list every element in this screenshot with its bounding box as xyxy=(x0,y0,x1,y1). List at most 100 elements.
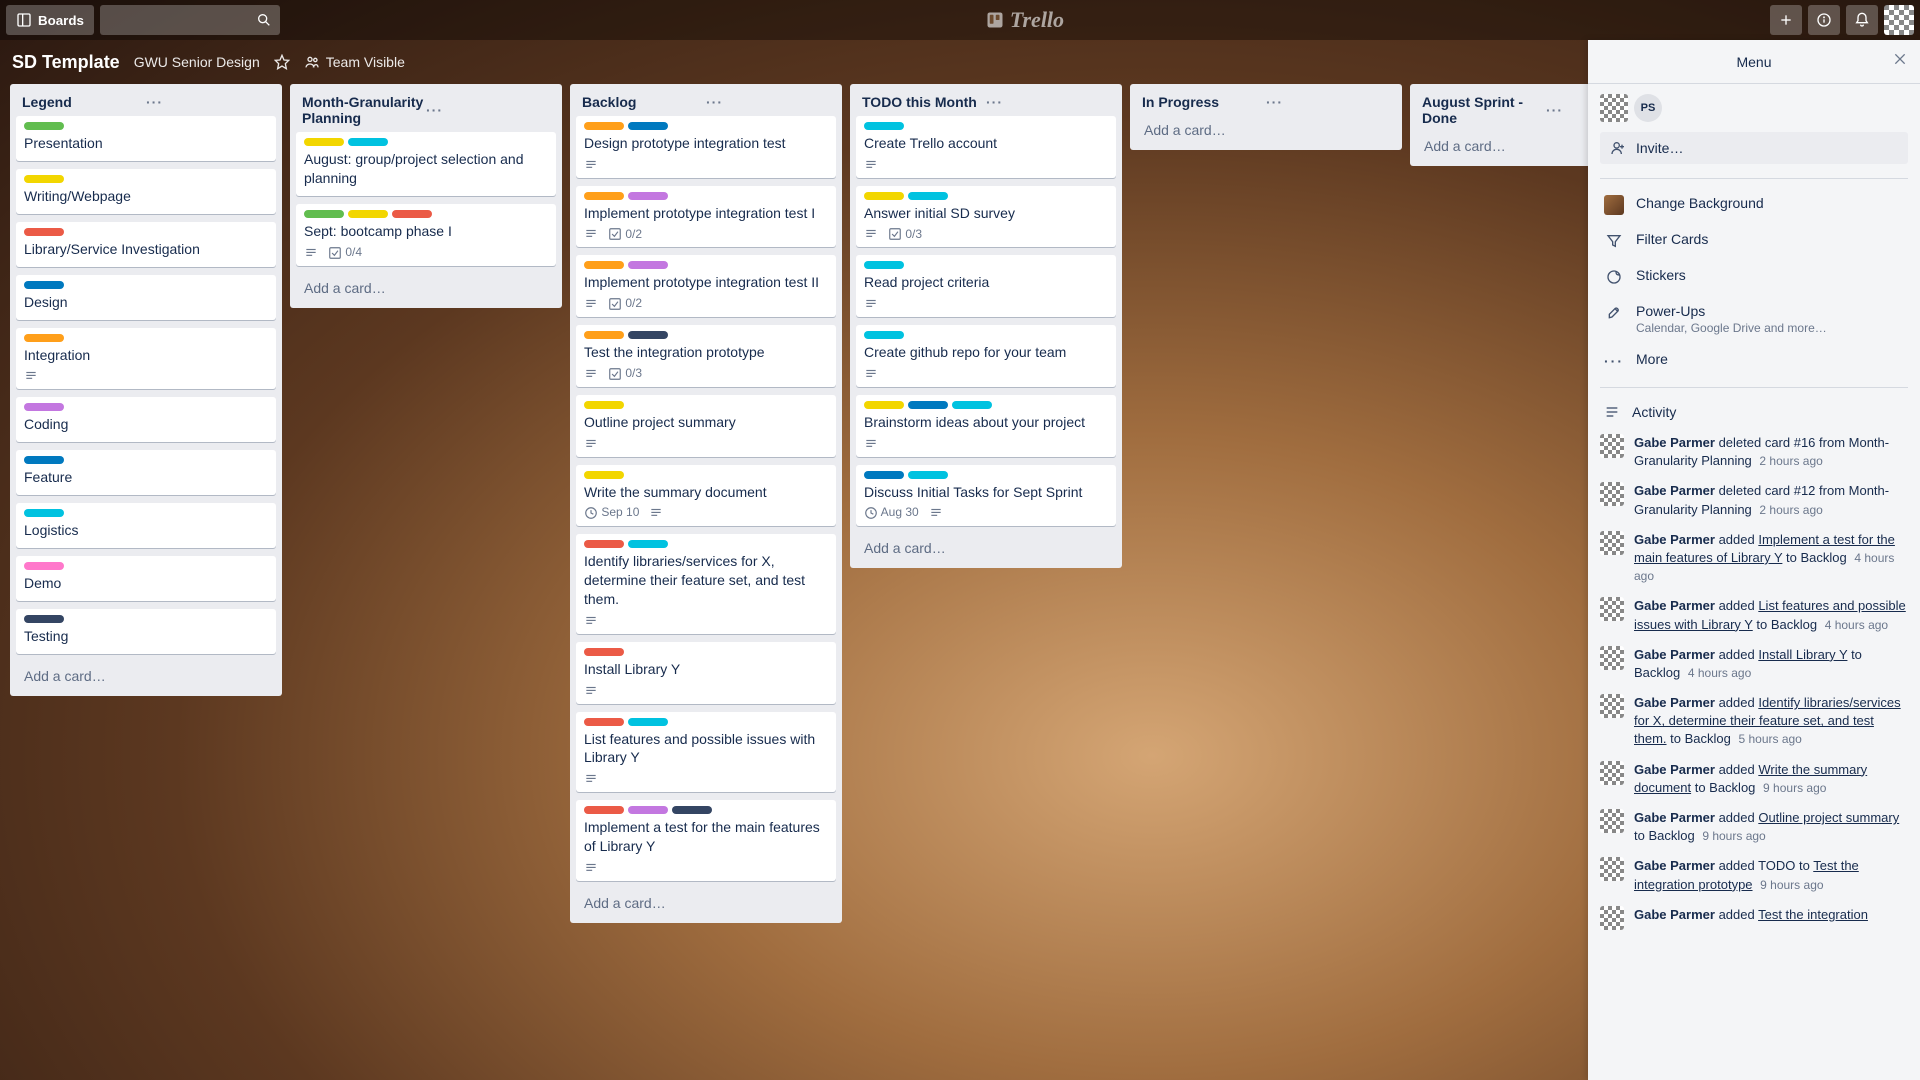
info-button[interactable] xyxy=(1808,5,1840,35)
board-title[interactable]: SD Template xyxy=(12,52,120,73)
member-avatar[interactable]: PS xyxy=(1634,94,1662,122)
add-card-button[interactable]: Add a card… xyxy=(16,662,276,690)
card[interactable]: Create Trello account xyxy=(856,116,1116,178)
label-blue[interactable] xyxy=(24,456,64,464)
close-menu-button[interactable] xyxy=(1892,51,1908,72)
card[interactable]: Write the summary document Sep 10 xyxy=(576,465,836,527)
label-sky[interactable] xyxy=(24,509,64,517)
card[interactable]: Implement prototype integration test I 0… xyxy=(576,186,836,248)
card[interactable]: Presentation xyxy=(16,116,276,161)
label-purple[interactable] xyxy=(628,192,668,200)
invite-button[interactable]: Invite… xyxy=(1600,132,1908,164)
add-card-button[interactable]: Add a card… xyxy=(576,889,836,917)
add-card-button[interactable]: Add a card… xyxy=(1136,116,1396,144)
label-yellow[interactable] xyxy=(24,175,64,183)
more-item[interactable]: ··· More xyxy=(1600,343,1908,379)
label-purple[interactable] xyxy=(628,806,668,814)
list-header[interactable]: Legend··· xyxy=(16,90,276,116)
card[interactable]: Brainstorm ideas about your project xyxy=(856,395,1116,457)
card[interactable]: Create github repo for your team xyxy=(856,325,1116,387)
create-button[interactable] xyxy=(1770,5,1802,35)
card[interactable]: Integration xyxy=(16,328,276,390)
label-blue[interactable] xyxy=(864,471,904,479)
label-orange[interactable] xyxy=(584,261,624,269)
label-purple[interactable] xyxy=(628,261,668,269)
list-menu-button[interactable]: ··· xyxy=(986,94,1110,110)
card[interactable]: Test the integration prototype 0/3 xyxy=(576,325,836,387)
card[interactable]: Read project criteria xyxy=(856,255,1116,317)
user-avatar[interactable] xyxy=(1884,5,1914,35)
activity-link[interactable]: Test the integration xyxy=(1758,907,1868,922)
label-red[interactable] xyxy=(584,806,624,814)
list-header[interactable]: In Progress··· xyxy=(1136,90,1396,116)
label-black[interactable] xyxy=(24,615,64,623)
card[interactable]: Coding xyxy=(16,397,276,442)
label-orange[interactable] xyxy=(584,331,624,339)
card[interactable]: Testing xyxy=(16,609,276,654)
list-header[interactable]: Month-Granularity Planning··· xyxy=(296,90,556,132)
label-yellow[interactable] xyxy=(864,401,904,409)
add-card-button[interactable]: Add a card… xyxy=(1416,132,1588,160)
search-input[interactable] xyxy=(100,5,280,35)
label-pink[interactable] xyxy=(24,562,64,570)
label-green[interactable] xyxy=(24,122,64,130)
list-menu-button[interactable]: ··· xyxy=(426,102,550,118)
add-card-button[interactable]: Add a card… xyxy=(296,274,556,302)
powerups-item[interactable]: Power-Ups Calendar, Google Drive and mor… xyxy=(1600,295,1908,343)
activity-link[interactable]: Outline project summary xyxy=(1758,810,1899,825)
list-menu-button[interactable]: ··· xyxy=(146,94,270,110)
list-header[interactable]: TODO this Month··· xyxy=(856,90,1116,116)
label-sky[interactable] xyxy=(908,192,948,200)
card[interactable]: Logistics xyxy=(16,503,276,548)
card[interactable]: Identify libraries/services for X, deter… xyxy=(576,534,836,634)
label-orange[interactable] xyxy=(584,122,624,130)
label-orange[interactable] xyxy=(24,334,64,342)
card[interactable]: Answer initial SD survey 0/3 xyxy=(856,186,1116,248)
card[interactable]: Demo xyxy=(16,556,276,601)
label-blue[interactable] xyxy=(24,281,64,289)
label-black[interactable] xyxy=(628,331,668,339)
label-yellow[interactable] xyxy=(348,210,388,218)
label-purple[interactable] xyxy=(24,403,64,411)
label-red[interactable] xyxy=(584,648,624,656)
add-card-button[interactable]: Add a card… xyxy=(856,534,1116,562)
label-yellow[interactable] xyxy=(304,138,344,146)
member-avatar[interactable] xyxy=(1600,94,1628,122)
board-canvas[interactable]: Legend···Presentation Writing/Webpage Libr… xyxy=(0,84,1588,1080)
label-sky[interactable] xyxy=(628,718,668,726)
label-yellow[interactable] xyxy=(584,401,624,409)
card[interactable]: Outline project summary xyxy=(576,395,836,457)
label-orange[interactable] xyxy=(584,192,624,200)
label-sky[interactable] xyxy=(348,138,388,146)
label-red[interactable] xyxy=(24,228,64,236)
label-sky[interactable] xyxy=(908,471,948,479)
label-sky[interactable] xyxy=(952,401,992,409)
filter-cards-item[interactable]: Filter Cards xyxy=(1600,223,1908,259)
list-header[interactable]: August Sprint - Done··· xyxy=(1416,90,1588,132)
card[interactable]: Writing/Webpage xyxy=(16,169,276,214)
star-button[interactable] xyxy=(274,54,290,70)
card[interactable]: Library/Service Investigation xyxy=(16,222,276,267)
card[interactable]: August: group/project selection and plan… xyxy=(296,132,556,196)
activity-link[interactable]: Install Library Y xyxy=(1758,647,1847,662)
notifications-button[interactable] xyxy=(1846,5,1878,35)
card[interactable]: Discuss Initial Tasks for Sept Sprint Au… xyxy=(856,465,1116,527)
card[interactable]: List features and possible issues with L… xyxy=(576,712,836,793)
card[interactable]: Design prototype integration test xyxy=(576,116,836,178)
boards-button[interactable]: Boards xyxy=(6,5,94,35)
label-red[interactable] xyxy=(392,210,432,218)
stickers-item[interactable]: Stickers xyxy=(1600,259,1908,295)
change-background-item[interactable]: Change Background xyxy=(1600,187,1908,223)
list-menu-button[interactable]: ··· xyxy=(1266,94,1390,110)
card[interactable]: Design xyxy=(16,275,276,320)
label-blue[interactable] xyxy=(628,122,668,130)
card[interactable]: Install Library Y xyxy=(576,642,836,704)
list-menu-button[interactable]: ··· xyxy=(706,94,830,110)
label-green[interactable] xyxy=(304,210,344,218)
label-sky[interactable] xyxy=(864,122,904,130)
label-sky[interactable] xyxy=(628,540,668,548)
label-red[interactable] xyxy=(584,540,624,548)
label-sky[interactable] xyxy=(864,331,904,339)
visibility-button[interactable]: Team Visible xyxy=(304,54,405,70)
list-header[interactable]: Backlog··· xyxy=(576,90,836,116)
